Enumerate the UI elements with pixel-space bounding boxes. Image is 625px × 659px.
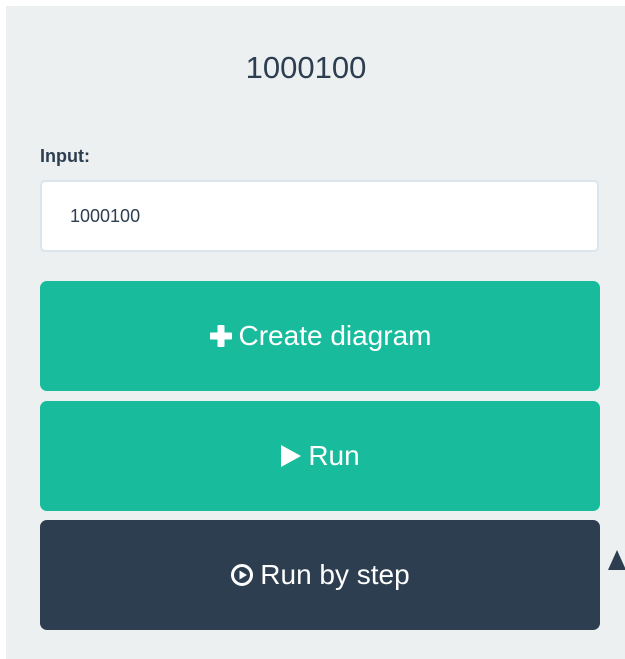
run-button[interactable]: Run [40, 401, 600, 511]
run-by-step-label: Run by step [260, 559, 410, 590]
create-diagram-label: Create diagram [238, 320, 432, 351]
run-label: Run [308, 440, 360, 471]
plus-icon [209, 324, 233, 348]
input-field[interactable] [40, 180, 599, 252]
page-title: 1000100 [245, 50, 367, 85]
control-panel: 1000100 Input: Create diagram Run Run by… [6, 6, 625, 659]
input-label: Input: [40, 146, 90, 166]
play-icon [280, 444, 302, 468]
run-by-step-button[interactable]: Run by step [40, 520, 600, 630]
create-diagram-button[interactable]: Create diagram [40, 281, 600, 391]
play-circle-icon [230, 563, 254, 587]
edge-triangle-icon [608, 550, 625, 570]
